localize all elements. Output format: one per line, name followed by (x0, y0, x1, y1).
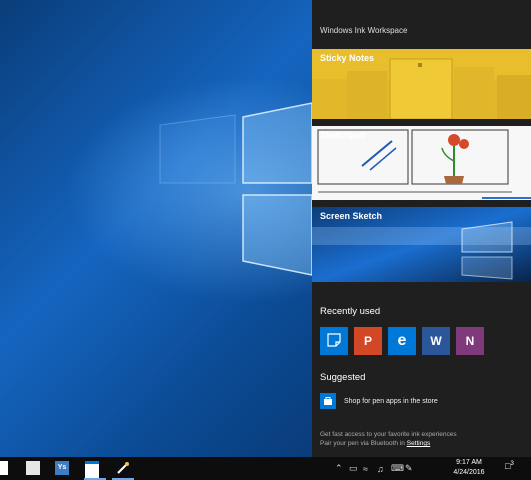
edge-icon: e (397, 332, 407, 349)
store-icon (320, 393, 336, 409)
word-icon: W (430, 334, 442, 348)
sketchpad-label: Sketchpad (320, 130, 366, 140)
suggested-heading: Suggested (320, 372, 366, 383)
sketchpad-tile[interactable]: Sketchpad (312, 126, 531, 200)
powerpoint-app-button[interactable]: P (354, 327, 382, 355)
document-app-icon[interactable] (85, 461, 99, 478)
start-edge-icon[interactable] (0, 461, 8, 475)
system-tray: ⌃ ▭ ≈ ♫ ⌨ ✎ (335, 457, 419, 480)
recently-used-heading: Recently used (320, 306, 381, 317)
sticky-notes-label: Sticky Notes (320, 53, 375, 63)
panel-footer: Get fast access to your favorite ink exp… (320, 430, 457, 448)
volume-icon[interactable]: ♫ (377, 464, 391, 474)
onenote-app-button[interactable]: N (456, 327, 484, 355)
powerpoint-icon: P (363, 334, 372, 348)
word-app-button[interactable]: W (422, 327, 450, 355)
settings-link[interactable]: Settings (407, 440, 431, 447)
onenote-icon: N (465, 334, 475, 348)
notification-count: 3 (510, 461, 514, 467)
clock-date: 4/24/2016 (453, 469, 485, 476)
battery-icon[interactable]: ▭ (349, 463, 363, 474)
windows-ink-workspace-panel: Windows Ink Workspace Sticky Notes Sketc… (312, 0, 531, 457)
taskbar: Ys ⌃ ▭ ≈ ♫ ⌨ ✎ 9:17 AM 4/24/2016 □3 (0, 457, 531, 480)
panel-title: Windows Ink Workspace (320, 26, 408, 35)
screen-sketch-tile[interactable]: Screen Sketch (312, 207, 531, 282)
suggested-store-link[interactable]: Shop for pen apps in the store (320, 393, 438, 409)
sticky-notes-icon (327, 332, 341, 350)
footer-line-2: Pair your pen via Bluetooth in (320, 440, 405, 447)
screen-sketch-label: Screen Sketch (320, 211, 383, 221)
edge-app-button[interactable]: e (388, 327, 416, 355)
suggested-item-label: Shop for pen apps in the store (344, 397, 438, 405)
keyboard-icon[interactable]: ⌨ (391, 463, 405, 474)
windows-logo-wallpaper (159, 102, 313, 276)
wifi-icon[interactable]: ≈ (363, 464, 377, 474)
footer-line-1: Get fast access to your favorite ink exp… (320, 431, 457, 438)
clock[interactable]: 9:17 AM 4/24/2016 (443, 458, 495, 478)
sticky-notes-tile[interactable]: Sticky Notes (312, 49, 531, 119)
action-center-icon[interactable]: □3 (505, 461, 521, 475)
file-explorer-icon[interactable] (26, 461, 40, 475)
pen-icon[interactable]: ✎ (405, 463, 419, 474)
chevron-up-icon[interactable]: ⌃ (335, 463, 349, 474)
yammer-icon[interactable]: Ys (55, 461, 69, 475)
recently-used-apps: P e W N (320, 327, 484, 355)
clock-time: 9:17 AM (456, 459, 482, 466)
sticky-notes-app-button[interactable] (320, 327, 348, 355)
ink-workspace-icon[interactable] (116, 461, 130, 475)
